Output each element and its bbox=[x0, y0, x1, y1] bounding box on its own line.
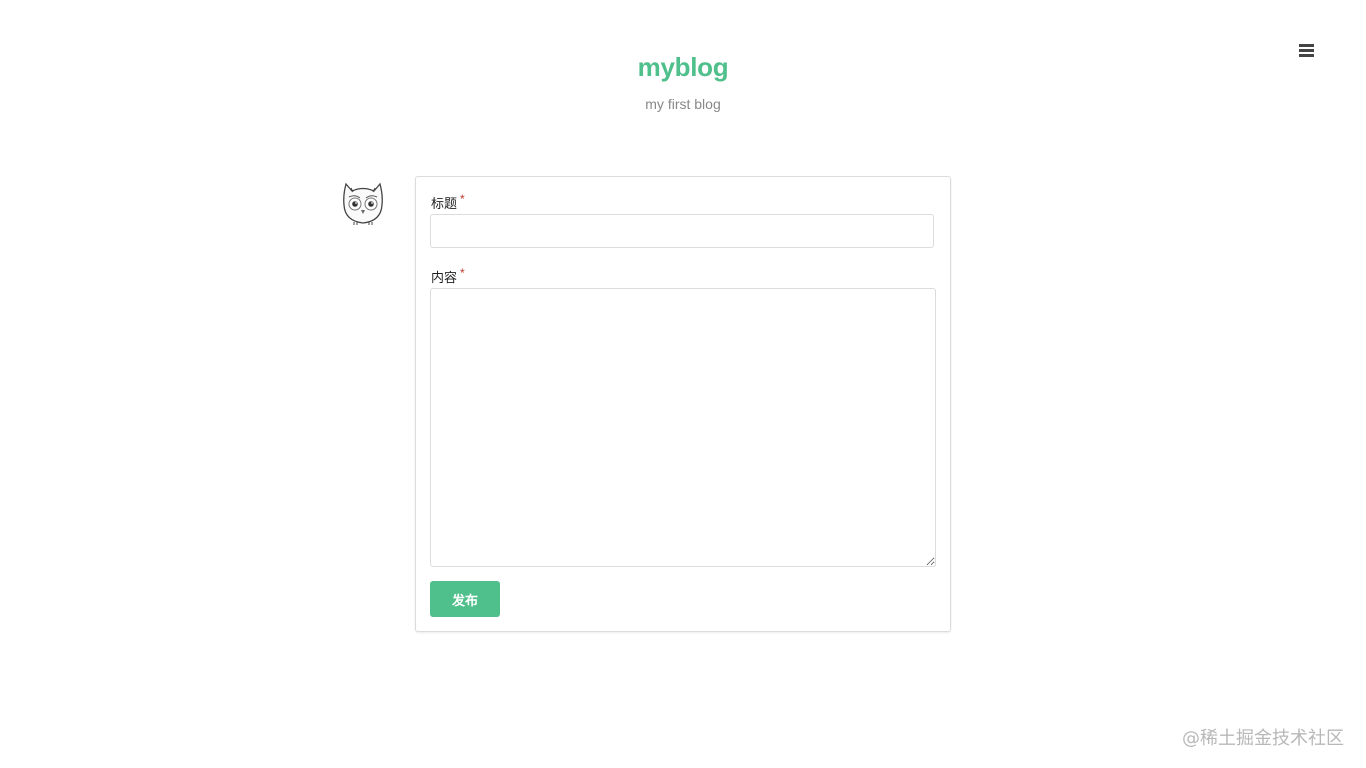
owl-avatar-icon[interactable] bbox=[337, 175, 389, 227]
publish-button[interactable]: 发布 bbox=[430, 581, 500, 617]
title-label-row: 标题 * bbox=[431, 192, 465, 212]
site-subtitle: my first blog bbox=[645, 96, 721, 112]
title-label: 标题 bbox=[431, 196, 458, 211]
page: myblog my first blog 标题 * 内容 * 发布 @稀土掘金技… bbox=[0, 0, 1366, 768]
content-required-star: * bbox=[460, 266, 465, 280]
content-label: 内容 bbox=[431, 270, 458, 285]
site-title[interactable]: myblog bbox=[0, 52, 1366, 83]
content-label-row: 内容 * bbox=[431, 266, 465, 286]
title-input[interactable] bbox=[430, 214, 934, 248]
content-textarea[interactable] bbox=[430, 288, 936, 567]
watermark-text: @稀土掘金技术社区 bbox=[1182, 728, 1344, 749]
avatar-image bbox=[343, 182, 383, 225]
post-form-card: 标题 * 内容 * 发布 bbox=[415, 176, 951, 632]
title-required-star: * bbox=[460, 192, 465, 206]
